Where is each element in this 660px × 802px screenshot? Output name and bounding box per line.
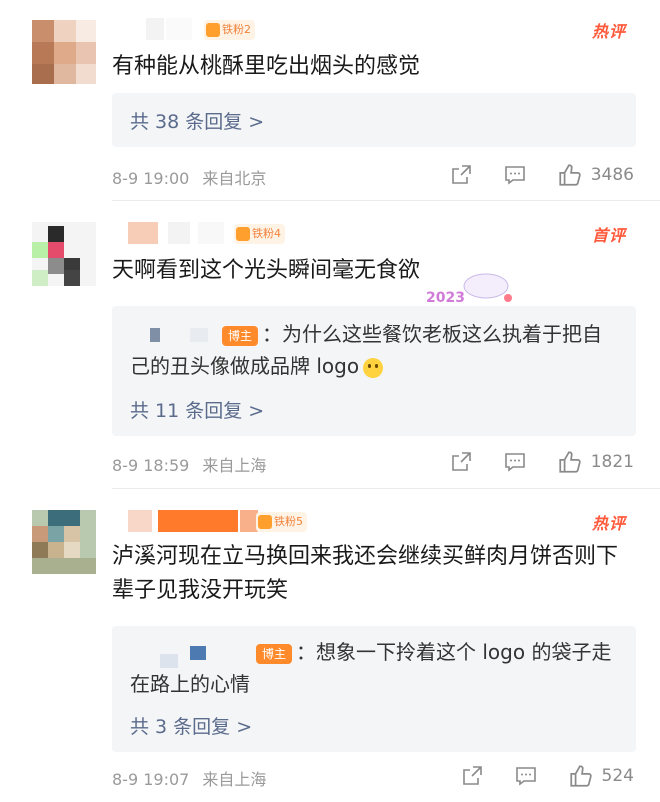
comment-meta: 8-9 19:07 来自上海 <box>112 766 266 790</box>
smile-emoji-icon <box>363 357 384 378</box>
timestamp: 8-9 19:00 <box>112 169 190 188</box>
comment-2: 铁粉4 首评 天啊看到这个光头瞬间毫无食欲 2023 博主 ：为什么这些餐饮老板这… <box>0 202 660 489</box>
fan-badge: 铁粉2 <box>204 20 255 40</box>
reply-text: 博主 ：想象一下拎着这个 logo 的袋子走在路上的心情 <box>130 636 618 700</box>
comment-text: 泸溪河现在立马换回来我还会继续买鲜肉月饼否则下辈子见我没开玩笑 <box>112 544 619 603</box>
like-button[interactable]: 524 <box>568 763 634 789</box>
divider <box>112 488 660 489</box>
timestamp: 8-9 19:07 <box>112 770 190 789</box>
sticker-icon: 2023 <box>426 273 512 306</box>
like-button[interactable]: 3486 <box>557 162 634 188</box>
location: 来自上海 <box>202 456 267 475</box>
like-button[interactable]: 1821 <box>557 449 634 475</box>
comment-text: 有种能从桃酥里吃出烟头的感觉 <box>112 54 421 79</box>
avatar[interactable] <box>32 20 96 84</box>
like-count: 3486 <box>590 165 634 185</box>
view-replies-link[interactable]: 共 11 条回复 > <box>130 396 264 423</box>
comment-button[interactable] <box>503 450 527 474</box>
timestamp: 8-9 18:59 <box>112 456 190 475</box>
location: 来自上海 <box>202 770 267 789</box>
fan-badge-icon <box>206 23 220 37</box>
comment-button[interactable] <box>514 764 538 788</box>
reply-text: 博主 ：为什么这些餐饮老板这么执着于把自己的丑头像做成品牌 logo <box>130 318 618 382</box>
username[interactable] <box>128 510 258 532</box>
comment-meta: 8-9 19:00 来自北京 <box>112 165 266 189</box>
comment-button[interactable] <box>503 163 527 187</box>
divider <box>112 200 660 201</box>
comment-3: 铁粉5 热评 泸溪河现在立马换回来我还会继续买鲜肉月饼否则下辈子见我没开玩笑 博… <box>0 490 660 802</box>
sticker-text: 2023 <box>426 290 465 306</box>
thumbs-up-icon <box>559 164 581 186</box>
action-bar: 1821 <box>449 449 634 475</box>
host-tag: 博主 <box>256 643 293 664</box>
share-button[interactable] <box>460 764 484 788</box>
fan-badge-icon <box>258 515 272 529</box>
reply-box[interactable]: 博主 ：想象一下拎着这个 logo 的袋子走在路上的心情 共 3 条回复 > <box>112 626 636 752</box>
reply-author[interactable] <box>130 326 222 346</box>
comment-1: 铁粉2 热评 有种能从桃酥里吃出烟头的感觉 共 38 条回复 > 8-9 19:… <box>0 0 660 201</box>
share-button[interactable] <box>449 450 473 474</box>
reply-author[interactable] <box>130 644 256 668</box>
like-count: 1821 <box>590 452 634 472</box>
reply-box[interactable]: 博主 ：为什么这些餐饮老板这么执着于把自己的丑头像做成品牌 logo 共 11 条… <box>112 306 636 436</box>
view-replies-link[interactable]: 共 3 条回复 > <box>130 712 252 739</box>
share-icon <box>451 452 471 471</box>
comment-meta: 8-9 18:59 来自上海 <box>112 452 266 476</box>
fan-badge: 铁粉4 <box>234 224 285 244</box>
location: 来自北京 <box>202 169 267 188</box>
share-icon <box>451 165 471 184</box>
comment-icon <box>504 453 525 472</box>
share-icon <box>462 766 482 785</box>
comment-text: 天啊看到这个光头瞬间毫无食欲 <box>112 258 421 283</box>
first-comment-tag: 首评 <box>591 226 626 245</box>
action-bar: 3486 <box>449 162 634 188</box>
avatar[interactable] <box>32 510 96 574</box>
avatar[interactable] <box>32 222 96 286</box>
reply-box[interactable]: 共 38 条回复 > <box>112 93 636 147</box>
fan-badge-icon <box>236 227 250 241</box>
comment-icon <box>515 767 536 786</box>
host-tag: 博主 <box>222 325 259 346</box>
action-bar: 524 <box>460 763 634 789</box>
username[interactable] <box>128 222 228 244</box>
hot-comment-tag: 热评 <box>591 514 626 533</box>
thumbs-up-icon <box>569 765 592 787</box>
like-count: 524 <box>601 766 634 786</box>
hot-comment-tag: 热评 <box>591 22 626 41</box>
thumbs-up-icon <box>559 451 581 473</box>
comment-icon <box>504 166 525 185</box>
share-button[interactable] <box>449 163 473 187</box>
view-replies-link[interactable]: 共 38 条回复 > <box>130 107 264 134</box>
fan-badge: 铁粉5 <box>256 512 307 532</box>
